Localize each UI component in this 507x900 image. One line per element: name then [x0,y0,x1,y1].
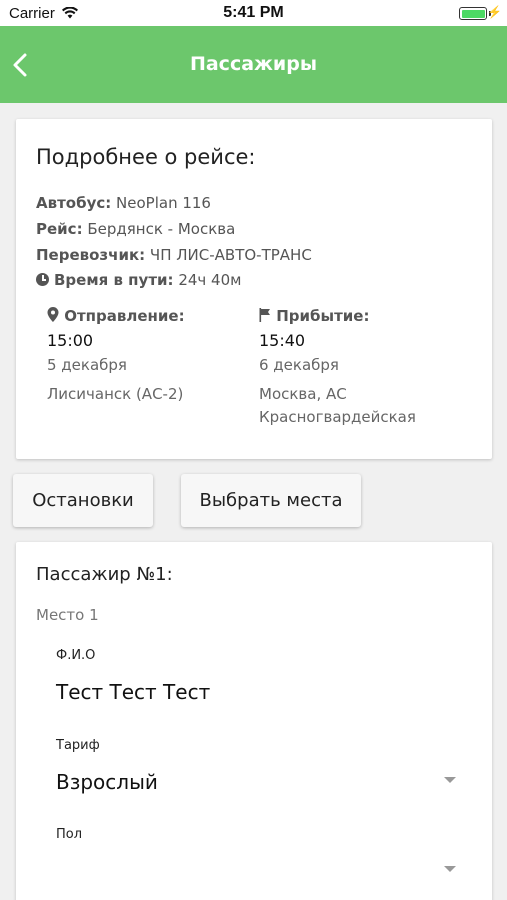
clock-time: 5:41 PM [223,4,284,21]
departure-place: Лисичанск (АС-2) [47,385,184,403]
seat-number: Место 1 [36,606,99,624]
tariff-select[interactable]: Взрослый [56,770,456,798]
bus-label: Автобус: [36,194,112,212]
passenger-title: Пассажир №1: [36,564,173,585]
duration-info: Время в пути: 24ч 40м [36,271,241,289]
select-seats-button[interactable]: Выбрать места [181,474,361,527]
arrival-place: Москва, АС Красногвардейская [259,385,416,426]
route-label: Рейс: [36,220,83,238]
gender-select[interactable] [56,856,456,884]
location-pin-icon [47,307,59,322]
stops-button[interactable]: Остановки [13,474,153,527]
name-field-label: Ф.И.О [56,648,96,663]
departure-date: 5 декабря [47,356,127,374]
trip-details-card: Подробнее о рейсе: Автобус: NeoPlan 116 … [16,119,492,459]
page-title: Пассажиры [189,53,318,75]
bus-value: NeoPlan 116 [116,194,211,212]
app-header: Пассажиры [0,26,507,103]
chevron-down-icon[interactable] [444,866,456,872]
battery-icon [459,7,487,20]
flag-icon [259,308,270,322]
arrival-time: 15:40 [259,331,306,350]
clock-icon [36,273,49,286]
tariff-field-label: Тариф [56,738,100,753]
route-value: Бердянск - Москва [87,220,236,238]
status-bar: Carrier 5:41 PM ⚡ [0,0,507,26]
departure-column: Отправление: 15:00 5 декабря Лисичанск (… [47,307,247,406]
bus-info: Автобус: NeoPlan 116 [36,194,211,212]
gender-field-label: Пол [56,827,83,842]
trip-details-title: Подробнее о рейсе: [36,145,256,169]
arrival-label: Прибытие: [276,307,370,325]
route-info: Рейс: Бердянск - Москва [36,220,235,238]
arrival-date: 6 декабря [259,356,339,374]
departure-time: 15:00 [47,331,94,350]
chevron-down-icon[interactable] [444,777,456,783]
arrival-header: Прибытие: [259,307,479,325]
name-field[interactable]: Тест Тест Тест [56,680,456,708]
duration-value: 24ч 40м [178,271,242,289]
departure-label: Отправление: [64,307,185,325]
duration-label: Время в пути: [54,271,174,289]
charging-icon: ⚡ [487,5,502,19]
carrier-info: Перевозчик: ЧП ЛИС-АВТО-ТРАНС [36,246,312,264]
carrier-value: ЧП ЛИС-АВТО-ТРАНС [149,246,312,264]
carrier-label: Перевозчик: [36,246,146,264]
arrival-column: Прибытие: 15:40 6 декабря Москва, АС Кра… [259,307,479,429]
battery-level [461,9,485,18]
departure-header: Отправление: [47,307,247,325]
passenger-card: Пассажир №1: Место 1 Ф.И.О Тест Тест Тес… [16,542,492,900]
